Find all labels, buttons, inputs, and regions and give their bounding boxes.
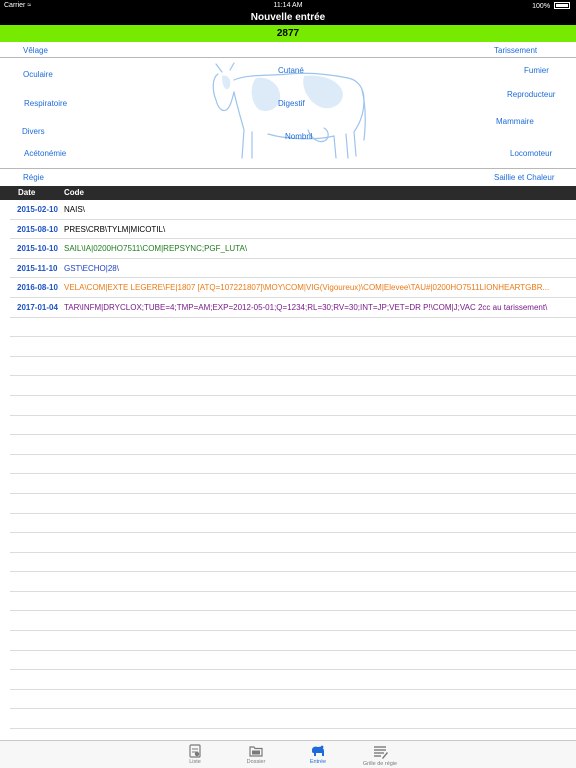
row-code: PRES\CRB\TYLM|MICOTIL\	[64, 224, 166, 234]
tab-bar: Liste Dossier Entrée Grille de régie	[0, 740, 576, 768]
category-fumier[interactable]: Fumier	[524, 66, 549, 75]
category-velage[interactable]: Vêlage	[23, 46, 48, 55]
battery-icon	[554, 2, 570, 9]
empty-row	[10, 514, 576, 534]
clock: 11:14 AM	[273, 2, 303, 9]
row-date: 2015-10-10	[17, 244, 58, 254]
empty-row	[10, 318, 576, 338]
empty-row	[10, 670, 576, 690]
nav-title: Nouvelle entrée	[0, 12, 576, 25]
grid-edit-icon	[374, 746, 388, 759]
category-acetonemie[interactable]: Acétonémie	[24, 149, 66, 158]
empty-row	[10, 709, 576, 730]
tab-grille-de-regie[interactable]: Grille de régie	[350, 741, 410, 768]
category-cutane[interactable]: Cutané	[278, 66, 304, 75]
row-date: 2016-08-10	[17, 283, 58, 293]
empty-row	[10, 455, 576, 475]
empty-row	[10, 435, 576, 455]
category-saillie-chaleur[interactable]: Saillie et Chaleur	[494, 173, 554, 182]
category-reproducteur[interactable]: Reproducteur	[507, 90, 555, 99]
empty-row	[10, 396, 576, 416]
empty-row	[10, 337, 576, 357]
column-header-date: Date	[18, 188, 36, 197]
row-code: TAR\INFM|DRYCLOX;TUBE=4;TMP=AM;EXP=2012-…	[64, 302, 548, 312]
empty-row	[10, 416, 576, 436]
category-divers[interactable]: Divers	[22, 127, 45, 136]
empty-row	[10, 376, 576, 396]
category-respiratoire[interactable]: Respiratoire	[24, 99, 67, 108]
empty-row	[10, 474, 576, 494]
tab-entree[interactable]: Entrée	[288, 741, 348, 768]
tab-label: Entrée	[309, 759, 327, 765]
category-tarissement[interactable]: Tarissement	[494, 46, 537, 55]
row-date: 2017-01-04	[17, 302, 58, 312]
empty-row	[10, 592, 576, 612]
row-code: NAIS\	[64, 205, 85, 214]
category-regie[interactable]: Régie	[23, 173, 44, 182]
tab-dossier[interactable]: Dossier	[226, 741, 286, 768]
status-bar: Carrier ≈ 11:14 AM 100%	[0, 0, 576, 12]
divider	[0, 57, 576, 58]
empty-row	[10, 690, 576, 710]
empty-row	[10, 553, 576, 573]
cow-entry-icon	[312, 745, 324, 756]
category-mammaire[interactable]: Mammaire	[496, 117, 534, 126]
category-locomoteur[interactable]: Locomoteur	[510, 149, 552, 158]
divider	[0, 168, 576, 169]
empty-row	[10, 631, 576, 651]
list-doc-icon	[189, 744, 201, 758]
tab-label: Grille de régie	[362, 761, 398, 767]
table-row[interactable]: 2015-11-10 GST\ECHO|28\	[10, 259, 576, 279]
folder-icon	[249, 746, 263, 757]
row-code: SAIL\IA|0200HO7511\COM|REPSYNC;PGF_LUTA\	[64, 244, 248, 254]
animal-number: 2877	[0, 25, 576, 42]
cow-illustration[interactable]	[208, 60, 368, 166]
tab-label: Dossier	[246, 759, 266, 765]
table-header: Date Code	[0, 186, 576, 200]
table-row[interactable]: 2016-08-10 VELA\COM|EXTE LEGERE\FE|1807 […	[10, 278, 576, 298]
empty-row	[10, 357, 576, 377]
table-row[interactable]: 2015-02-10 NAIS\	[10, 200, 576, 220]
tab-liste[interactable]: Liste	[165, 741, 225, 768]
table-row[interactable]: 2015-10-10 SAIL\IA|0200HO7511\COM|REPSYNC…	[10, 239, 576, 259]
row-code: VELA\COM|EXTE LEGERE\FE|1807 [ATQ=107221…	[64, 283, 550, 293]
battery-indicator: 100%	[532, 2, 570, 10]
entries-table: 2015-02-10 NAIS\ 2015-08-10 PRES\CRB\TYLM|M…	[0, 200, 576, 740]
category-digestif[interactable]: Digestif	[278, 99, 305, 108]
row-date: 2015-02-10	[17, 205, 58, 214]
row-code: GST\ECHO|28\	[64, 263, 119, 273]
category-nombril[interactable]: Nombril	[285, 132, 313, 141]
empty-row	[10, 494, 576, 514]
table-row[interactable]: 2015-08-10 PRES\CRB\TYLM|MICOTIL\	[10, 220, 576, 240]
row-date: 2015-11-10	[17, 263, 58, 273]
category-oculaire[interactable]: Oculaire	[23, 70, 53, 79]
empty-row	[10, 611, 576, 632]
row-date: 2015-08-10	[17, 224, 58, 234]
empty-row	[10, 533, 576, 553]
empty-row	[10, 572, 576, 592]
empty-row	[10, 651, 576, 671]
table-row[interactable]: 2017-01-04 TAR\INFM|DRYCLOX;TUBE=4;TMP=AM…	[10, 298, 576, 318]
tab-label: Liste	[189, 759, 201, 765]
column-header-code: Code	[64, 188, 84, 197]
